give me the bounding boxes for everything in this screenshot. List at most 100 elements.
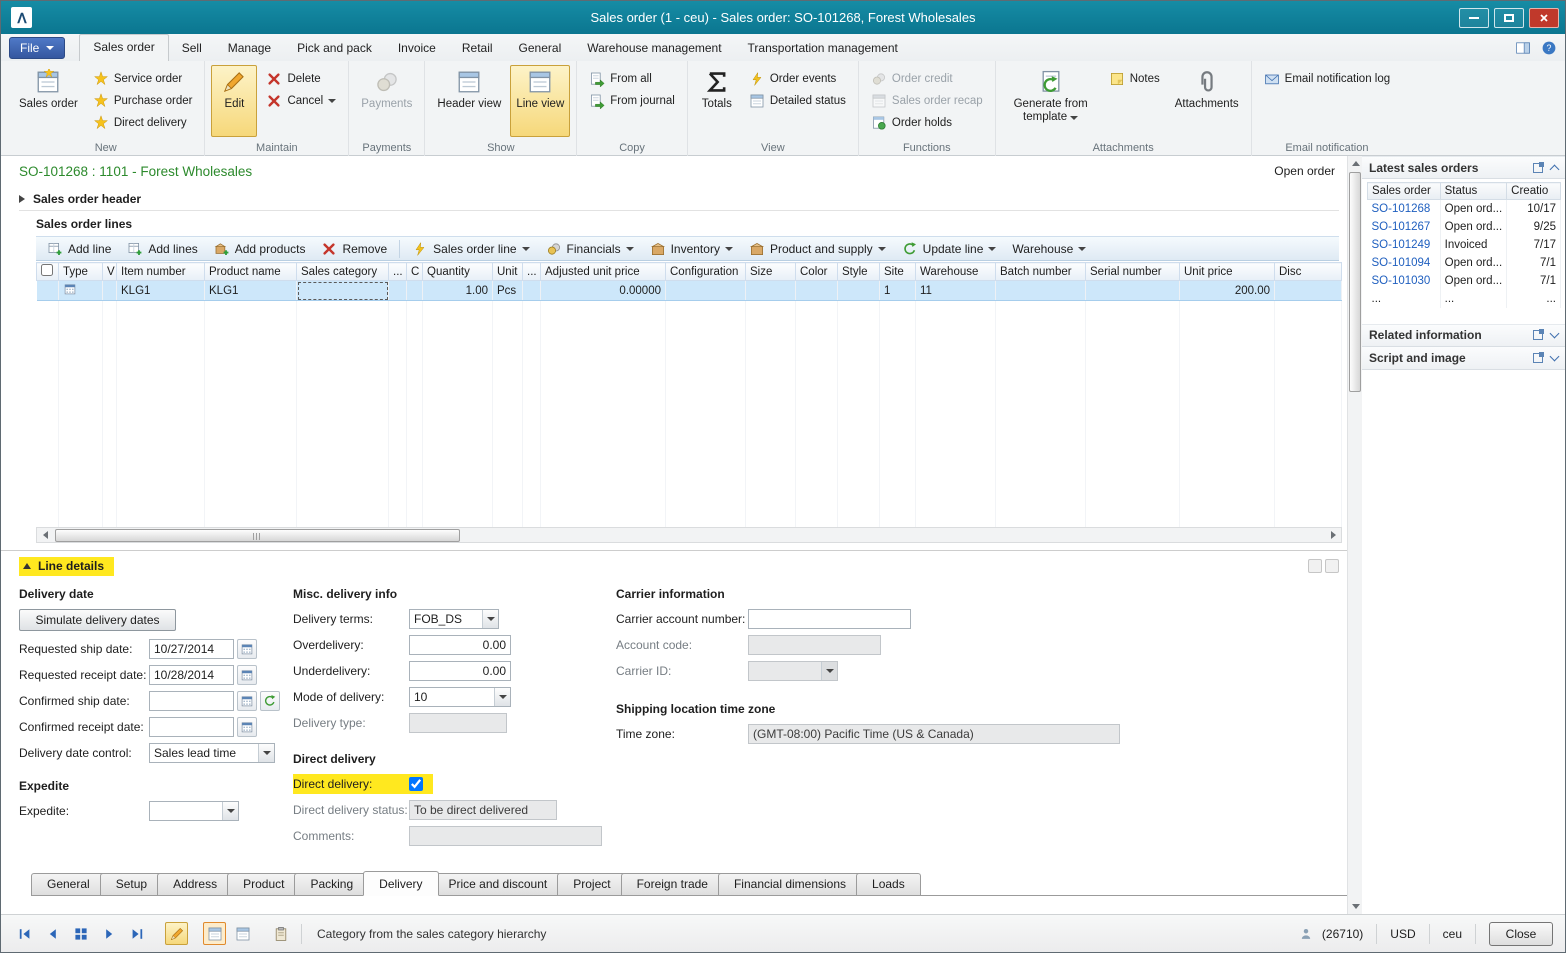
script-and-image-panel-header[interactable]: Script and image (1362, 347, 1565, 370)
header-view-button[interactable]: Header view (431, 65, 507, 137)
last-record-button[interactable] (125, 922, 148, 945)
related-information-panel-header[interactable]: Related information (1362, 324, 1565, 347)
detailed-status-button[interactable]: Detailed status (743, 90, 852, 111)
cell-size[interactable] (746, 281, 796, 301)
scroll-down-button[interactable] (1348, 899, 1363, 914)
tab-sell[interactable]: Sell (169, 36, 215, 61)
column-header-type[interactable]: Type (59, 263, 103, 281)
cell-item-number[interactable]: KLG1 (117, 281, 205, 301)
direct-delivery-button[interactable]: Direct delivery (87, 112, 199, 133)
column-header-style[interactable]: Style (838, 263, 880, 281)
email-notification-log-button[interactable]: Email notification log (1258, 68, 1396, 89)
column-header-site[interactable]: Site (880, 263, 916, 281)
tab-packing[interactable]: Packing (294, 873, 369, 895)
vertical-scrollbar-thumb[interactable] (1349, 172, 1361, 392)
tab-delivery[interactable]: Delivery (363, 871, 438, 896)
sales-order-link[interactable]: SO-101030 (1368, 272, 1441, 290)
order-events-button[interactable]: Order events (743, 68, 852, 89)
tab-general[interactable]: General (506, 36, 575, 61)
scroll-up-button[interactable] (1348, 156, 1363, 171)
lso-column-created[interactable]: Creatio (1507, 183, 1561, 200)
column-header-adjusted-unit-price[interactable]: Adjusted unit price (541, 263, 666, 281)
calendar-icon[interactable] (237, 691, 257, 711)
cell-dots2[interactable] (523, 281, 541, 301)
tab-address[interactable]: Address (157, 873, 233, 895)
column-header-dots1[interactable]: ... (389, 263, 407, 281)
cell-unit[interactable]: Pcs (493, 281, 523, 301)
grid-horizontal-scrollbar[interactable] (36, 527, 1342, 543)
tab-loads[interactable]: Loads (856, 873, 921, 895)
scroll-left-button[interactable] (37, 528, 53, 542)
vertical-scrollbar[interactable] (1347, 156, 1362, 914)
carrier-account-number-field[interactable] (748, 609, 911, 629)
cell-color[interactable] (796, 281, 838, 301)
notes-button[interactable]: Notes (1103, 68, 1166, 89)
mode-of-delivery-select[interactable]: 10 (409, 687, 511, 707)
column-header-warehouse[interactable]: Warehouse (916, 263, 996, 281)
confirmed-receipt-date-field[interactable] (149, 717, 234, 737)
grid-row-selected[interactable]: KLG1 KLG1 1.00 Pcs 0.00000 1 (37, 281, 1342, 301)
sales-order-link[interactable]: SO-101249 (1368, 236, 1441, 254)
tab-financial-dimensions[interactable]: Financial dimensions (718, 873, 862, 895)
column-header-configuration[interactable]: Configuration (666, 263, 746, 281)
expedite-select[interactable] (149, 801, 239, 821)
sales-order-line-menu[interactable]: Sales order line (405, 238, 536, 259)
column-header-sales-category[interactable]: Sales category (297, 263, 389, 281)
confirmed-ship-date-field[interactable] (149, 691, 234, 711)
tab-retail[interactable]: Retail (449, 36, 506, 61)
delete-button[interactable]: Delete (260, 68, 342, 89)
service-order-button[interactable]: Service order (87, 68, 199, 89)
column-header-dots2[interactable]: ... (523, 263, 541, 281)
order-holds-button[interactable]: Order holds (865, 112, 989, 133)
maximize-button[interactable] (1494, 8, 1524, 28)
paste-button[interactable] (269, 922, 292, 945)
calendar-icon[interactable] (237, 639, 257, 659)
tab-setup[interactable]: Setup (100, 873, 163, 895)
grid-view-button[interactable] (69, 922, 92, 945)
cell-configuration[interactable] (666, 281, 746, 301)
cell-sales-category[interactable] (297, 281, 389, 301)
update-dates-icon[interactable] (260, 691, 280, 711)
generate-from-template-button[interactable]: Generate from template (1002, 65, 1100, 137)
line-details-tool-icon[interactable] (1325, 559, 1339, 573)
remove-button[interactable]: Remove (314, 238, 394, 259)
cell-v[interactable] (103, 281, 117, 301)
column-header-unit[interactable]: Unit (493, 263, 523, 281)
cell-batch-number[interactable] (996, 281, 1086, 301)
column-header-item-number[interactable]: Item number (117, 263, 205, 281)
column-header-size[interactable]: Size (746, 263, 796, 281)
lso-row[interactable]: SO-101030 Open ord... 7/1 (1368, 272, 1561, 290)
warehouse-menu[interactable]: Warehouse (1005, 238, 1093, 259)
help-icon[interactable] (1541, 40, 1557, 56)
chevron-down-icon[interactable] (1550, 351, 1560, 361)
column-header-color[interactable]: Color (796, 263, 838, 281)
scrollbar-thumb[interactable] (55, 529, 460, 542)
close-form-button[interactable]: Close (1489, 922, 1553, 946)
delivery-date-control-select[interactable]: Sales lead time (149, 743, 275, 763)
popout-icon[interactable] (1533, 330, 1543, 340)
from-all-button[interactable]: From all (583, 68, 681, 89)
column-header-serial-number[interactable]: Serial number (1086, 263, 1180, 281)
column-header-product-name[interactable]: Product name (205, 263, 297, 281)
cell-discount[interactable] (1275, 281, 1342, 301)
from-journal-button[interactable]: From journal (583, 90, 681, 111)
cell-unit-price[interactable]: 200.00 (1180, 281, 1275, 301)
column-header-batch-number[interactable]: Batch number (996, 263, 1086, 281)
cancel-button[interactable]: Cancel (260, 90, 342, 111)
cell-type[interactable] (59, 281, 103, 301)
calendar-icon[interactable] (237, 717, 257, 737)
first-record-button[interactable] (13, 922, 36, 945)
sales-order-header-section[interactable]: Sales order header (19, 187, 1339, 211)
tab-transportation-management[interactable]: Transportation management (735, 36, 911, 61)
cell-site[interactable]: 1 (880, 281, 916, 301)
purchase-order-button[interactable]: Purchase order (87, 90, 199, 111)
cell-dots1[interactable] (389, 281, 407, 301)
column-header-discount[interactable]: Disc (1275, 263, 1342, 281)
tab-warehouse-management[interactable]: Warehouse management (574, 36, 734, 61)
underdelivery-field[interactable] (409, 661, 511, 681)
edit-button[interactable]: Edit (211, 65, 257, 137)
lso-row[interactable]: SO-101094 Open ord... 7/1 (1368, 254, 1561, 272)
company-indicator[interactable]: ceu (1443, 927, 1462, 941)
lso-column-status[interactable]: Status (1440, 183, 1507, 200)
overdelivery-field[interactable] (409, 635, 511, 655)
